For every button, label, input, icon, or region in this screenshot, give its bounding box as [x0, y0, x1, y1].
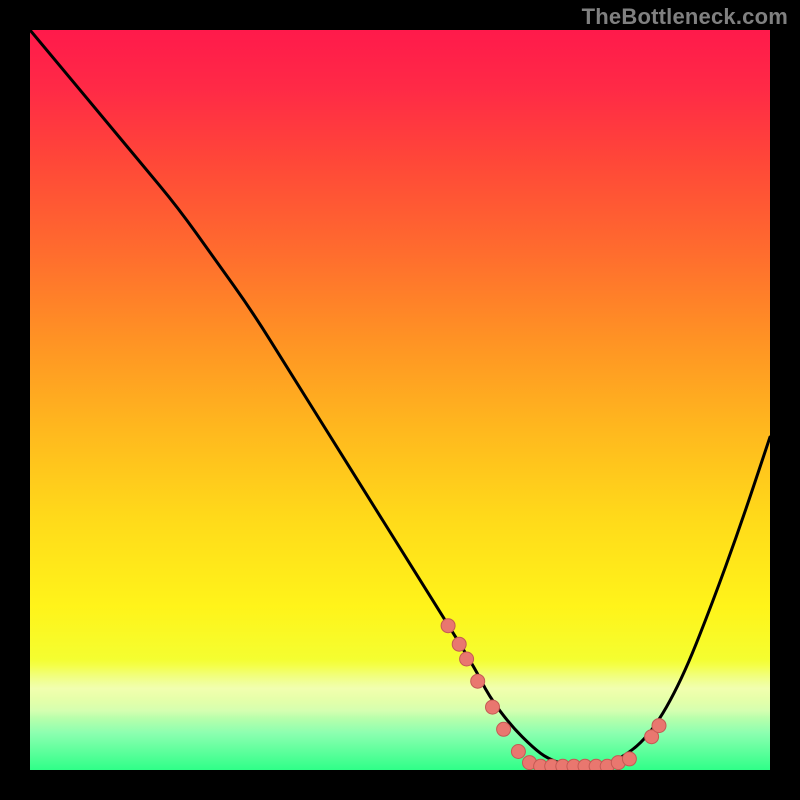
data-markers: [441, 619, 666, 770]
data-marker: [460, 652, 474, 666]
chart-svg: [30, 30, 770, 770]
data-marker: [471, 674, 485, 688]
data-marker: [652, 719, 666, 733]
data-marker: [452, 637, 466, 651]
data-marker: [486, 700, 500, 714]
watermark-text: TheBottleneck.com: [582, 4, 788, 30]
chart-frame: TheBottleneck.com: [0, 0, 800, 800]
data-marker: [441, 619, 455, 633]
plot-area: [30, 30, 770, 770]
data-marker: [622, 752, 636, 766]
bottleneck-curve: [30, 30, 770, 766]
data-marker: [511, 745, 525, 759]
data-marker: [497, 722, 511, 736]
